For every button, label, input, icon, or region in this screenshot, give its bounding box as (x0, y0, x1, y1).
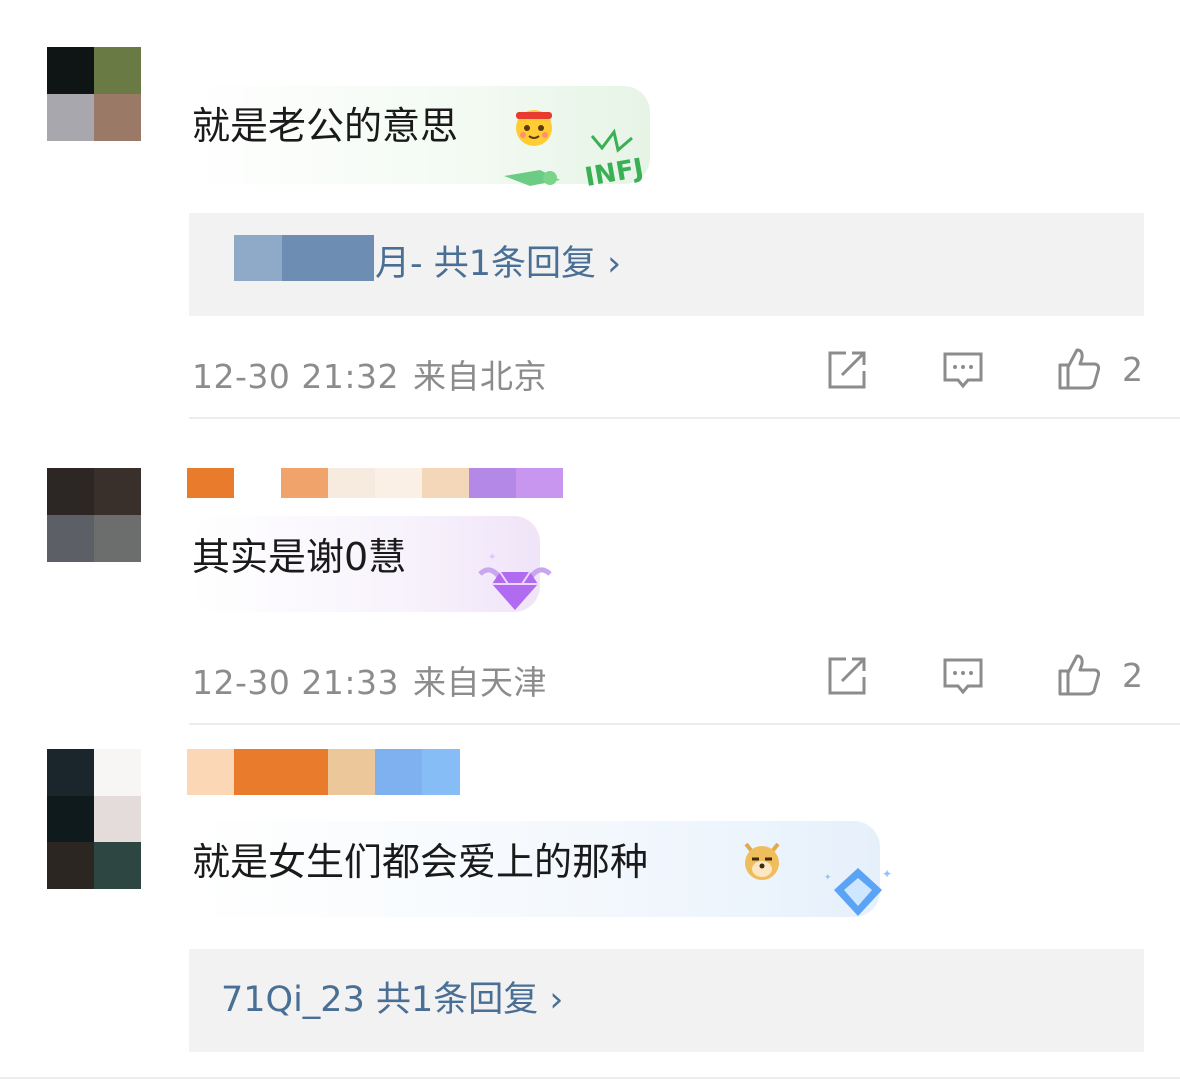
reply-icon[interactable] (942, 349, 984, 391)
reply-icon[interactable] (942, 655, 984, 697)
comment-meta: 12-30 21:32 来自北京 (192, 357, 547, 396)
svg-text:✦: ✦ (824, 873, 832, 883)
diamond-wings-badge-icon: ✦ (478, 552, 552, 610)
divider (189, 417, 1180, 419)
reply-preview[interactable]: 71Qi_23 共1条回复 › (189, 949, 1144, 1052)
comment-text: 就是女生们都会爱上的那种 (192, 840, 649, 884)
svg-text:INFJ: INFJ (583, 153, 646, 192)
avatar[interactable] (47, 468, 141, 562)
blue-diamond-badge-icon: ✦ ✦ (824, 867, 892, 916)
reply-summary[interactable]: 71Qi_23 共1条回复 › (221, 975, 563, 1025)
comment-text: 其实是谢0慧 (192, 535, 407, 579)
like-count: 2 (1122, 350, 1143, 389)
username-blur (187, 468, 563, 498)
avatar[interactable] (47, 749, 141, 889)
share-icon[interactable] (826, 349, 868, 391)
doge-emoji (744, 842, 780, 880)
comment-1: 就是老公的意思 INFJ 月- 共1条回复 › 12-30 21:32来自北京 (0, 0, 1180, 420)
reply-username-blur (234, 235, 374, 281)
share-icon[interactable] (826, 655, 868, 697)
divider (189, 723, 1180, 725)
svg-text:✦: ✦ (488, 552, 496, 563)
infj-badge-icon: INFJ (500, 128, 670, 193)
comment-text: 就是老公的意思 (192, 104, 459, 148)
reply-summary[interactable]: 月- 共1条回复 › (375, 239, 621, 289)
like-count: 2 (1122, 656, 1143, 695)
avatar[interactable] (47, 47, 141, 141)
like-icon[interactable] (1056, 347, 1102, 391)
reply-preview[interactable]: 月- 共1条回复 › (189, 213, 1144, 316)
divider (0, 1077, 1180, 1079)
like-icon[interactable] (1056, 653, 1102, 697)
comment-meta: 12-30 21:33 来自天津 (192, 663, 547, 702)
username-blur (187, 749, 460, 795)
svg-text:✦: ✦ (882, 867, 892, 881)
